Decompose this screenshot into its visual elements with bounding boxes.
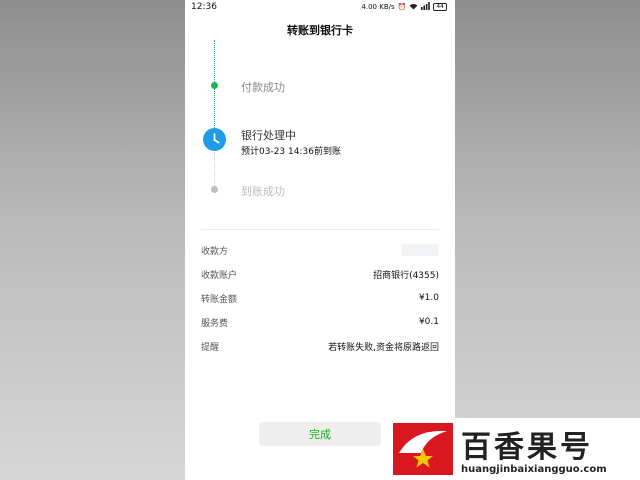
step-pending-dot-icon	[211, 186, 218, 193]
detail-row-fee: 服务费 ¥0.1	[201, 310, 439, 334]
phone-screen: 12:36 4.00 KB/s ⏰ 44 转账到银行卡 付款成功 银行处理中 预…	[185, 0, 455, 480]
step-complete-dot-icon	[211, 82, 218, 89]
step-eta: 预计03-23 14:36前到账	[241, 147, 341, 157]
transfer-progress: 付款成功 银行处理中 预计03-23 14:36前到账 到账成功	[185, 0, 455, 230]
brand-logo-icon	[393, 423, 453, 475]
progress-line-pending	[214, 152, 215, 186]
amount-label: 转账金额	[201, 294, 238, 305]
fee-value: ¥0.1	[418, 317, 439, 327]
watermark-title: 百香果号	[461, 430, 593, 465]
payee-label: 收款方	[201, 246, 229, 257]
step-payment-success: 付款成功	[241, 81, 285, 94]
clock-icon	[203, 128, 226, 151]
account-value: 招商银行(4355)	[373, 270, 439, 281]
detail-row-payee: 收款方	[201, 238, 439, 262]
done-button[interactable]: 完成	[259, 422, 381, 446]
reminder-value: 若转账失败,资金将原路返回	[328, 342, 439, 353]
payee-name-hidden	[401, 244, 439, 256]
divider	[201, 229, 439, 230]
amount-value: ¥1.0	[418, 293, 439, 303]
step-arrival-success: 到账成功	[241, 185, 285, 198]
step-bank-processing: 银行处理中	[241, 129, 296, 142]
reminder-label: 提醒	[201, 342, 220, 353]
watermark-url: huangjinbaixiangguo.com	[461, 464, 607, 475]
transfer-details: 收款方 收款账户 招商银行(4355) 转账金额 ¥1.0 服务费 ¥0.1 提…	[201, 238, 439, 358]
detail-row-account: 收款账户 招商银行(4355)	[201, 262, 439, 286]
account-label: 收款账户	[201, 270, 238, 281]
watermark: 百香果号 huangjinbaixiangguo.com	[393, 418, 640, 480]
detail-row-reminder: 提醒 若转账失败,资金将原路返回	[201, 334, 439, 358]
fee-label: 服务费	[201, 318, 229, 329]
detail-row-amount: 转账金额 ¥1.0	[201, 286, 439, 310]
